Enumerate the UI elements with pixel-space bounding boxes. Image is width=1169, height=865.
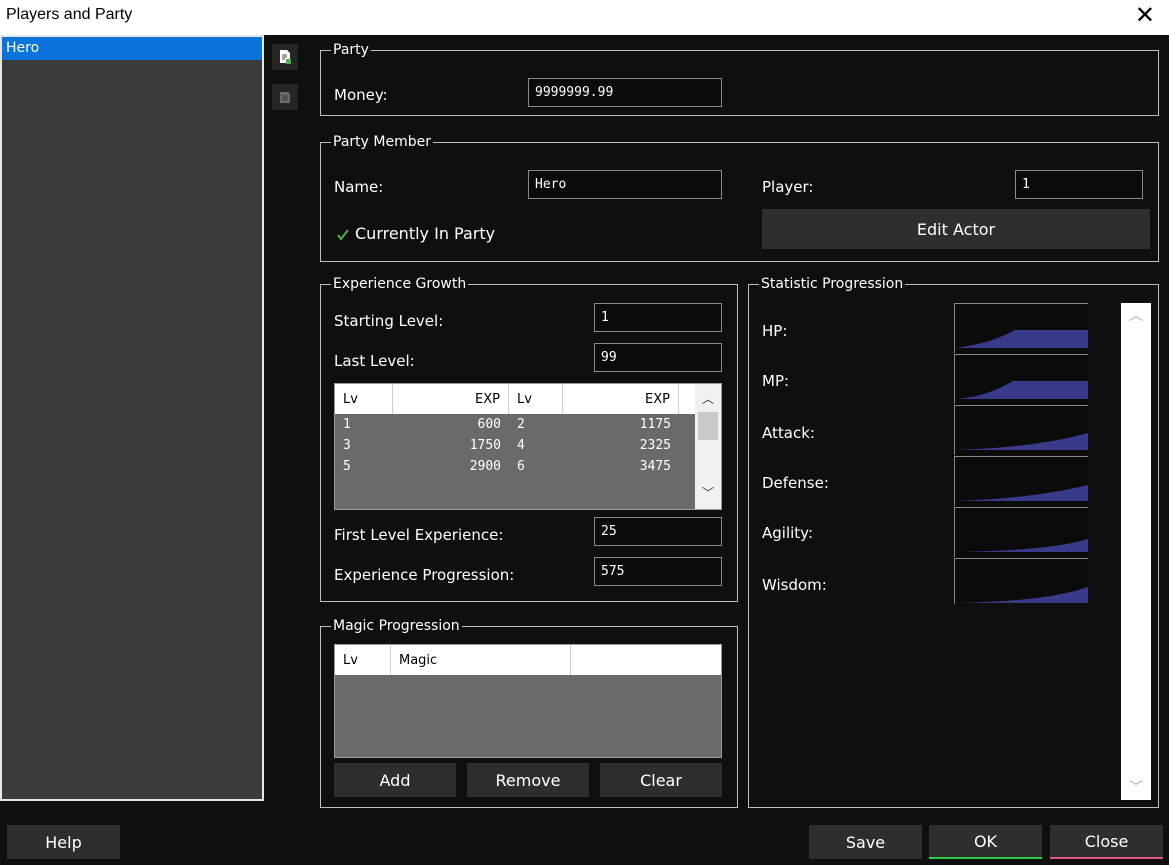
table-row[interactable]: 5 2900 6 3475 (335, 456, 721, 477)
in-party-label: Currently In Party (355, 224, 496, 243)
money-label: Money: (334, 86, 388, 104)
col-magic-extra[interactable] (571, 645, 721, 675)
title-bar: Players and Party ✕ (0, 0, 1169, 35)
wisdom-curve (955, 587, 1088, 603)
last-level-label: Last Level: (334, 352, 415, 370)
document-icon (280, 92, 290, 103)
name-input[interactable] (528, 170, 722, 199)
exp-table-scrollbar[interactable]: ︿ ﹀ (695, 384, 721, 509)
window-title: Players and Party (6, 6, 133, 23)
chevron-up-icon[interactable]: ︿ (1129, 305, 1143, 325)
agility-curve (955, 539, 1088, 552)
clear-magic-button[interactable]: Clear (600, 763, 722, 797)
party-member-legend: Party Member (333, 134, 431, 150)
attack-curve (955, 433, 1088, 450)
remove-magic-button[interactable]: Remove (467, 763, 589, 797)
delete-member-button[interactable] (272, 84, 298, 110)
add-magic-button[interactable]: Add (334, 763, 456, 797)
agility-graph[interactable] (954, 507, 1088, 557)
party-legend: Party (333, 42, 369, 58)
player-input[interactable] (1015, 170, 1143, 199)
agility-label: Agility: (762, 524, 814, 542)
stats-scrollbar[interactable]: ︿ ﹀ (1121, 303, 1151, 800)
ok-button[interactable]: OK (929, 825, 1042, 859)
hp-graph[interactable] (954, 303, 1088, 353)
checkmark-icon (336, 227, 350, 241)
magic-table[interactable]: Lv Magic (334, 644, 722, 758)
list-item[interactable]: Hero (2, 37, 262, 60)
wisdom-label: Wisdom: (762, 576, 827, 594)
new-member-button[interactable] (272, 44, 298, 70)
defense-curve (955, 485, 1088, 501)
chevron-down-icon[interactable]: ﹀ (1129, 777, 1143, 797)
party-group: Party (320, 42, 1159, 116)
statistic-progression-legend: Statistic Progression (761, 276, 904, 292)
magic-table-header: Lv Magic (335, 645, 721, 675)
close-icon[interactable]: ✕ (1135, 1, 1155, 29)
starting-level-input[interactable] (594, 303, 722, 332)
money-input[interactable] (528, 78, 722, 107)
hp-curve (955, 330, 1088, 348)
chevron-up-icon[interactable]: ︿ (702, 390, 714, 407)
mp-curve (955, 381, 1088, 399)
defense-label: Defense: (762, 474, 829, 492)
player-label: Player: (762, 178, 814, 196)
close-button[interactable]: Close (1050, 825, 1163, 859)
name-label: Name: (334, 178, 384, 196)
attack-graph[interactable] (954, 405, 1088, 455)
hp-label: HP: (762, 322, 788, 340)
col-lv[interactable]: Lv (335, 384, 393, 414)
attack-label: Attack: (762, 424, 815, 442)
col-lv-2[interactable]: Lv (509, 384, 563, 414)
party-member-list[interactable]: Hero (0, 35, 264, 801)
save-button[interactable]: Save (809, 825, 922, 859)
new-document-icon (280, 50, 291, 64)
first-level-exp-label: First Level Experience: (334, 526, 504, 544)
first-level-exp-input[interactable] (594, 517, 722, 546)
wisdom-graph[interactable] (954, 558, 1088, 604)
table-row[interactable]: 3 1750 4 2325 (335, 435, 721, 456)
edit-actor-button[interactable]: Edit Actor (762, 209, 1150, 249)
col-exp[interactable]: EXP (393, 384, 509, 414)
experience-growth-legend: Experience Growth (333, 276, 467, 292)
col-exp-2[interactable]: EXP (563, 384, 679, 414)
exp-table-header: Lv EXP Lv EXP (335, 384, 721, 414)
magic-progression-legend: Magic Progression (333, 618, 460, 634)
exp-table[interactable]: Lv EXP Lv EXP 1 600 2 1175 3 1750 4 2325… (334, 383, 722, 510)
col-magic[interactable]: Magic (391, 645, 571, 675)
exp-progression-input[interactable] (594, 557, 722, 586)
chevron-down-icon[interactable]: ﹀ (702, 484, 714, 501)
scroll-thumb[interactable] (698, 412, 718, 440)
exp-progression-label: Experience Progression: (334, 566, 515, 584)
last-level-input[interactable] (594, 343, 722, 372)
mp-label: MP: (762, 372, 790, 390)
help-button[interactable]: Help (7, 825, 120, 859)
mp-graph[interactable] (954, 354, 1088, 404)
defense-graph[interactable] (954, 456, 1088, 506)
col-magic-lv[interactable]: Lv (335, 645, 391, 675)
starting-level-label: Starting Level: (334, 312, 444, 330)
table-row[interactable]: 1 600 2 1175 (335, 414, 721, 435)
in-party-checkbox[interactable]: Currently In Party (336, 224, 495, 243)
